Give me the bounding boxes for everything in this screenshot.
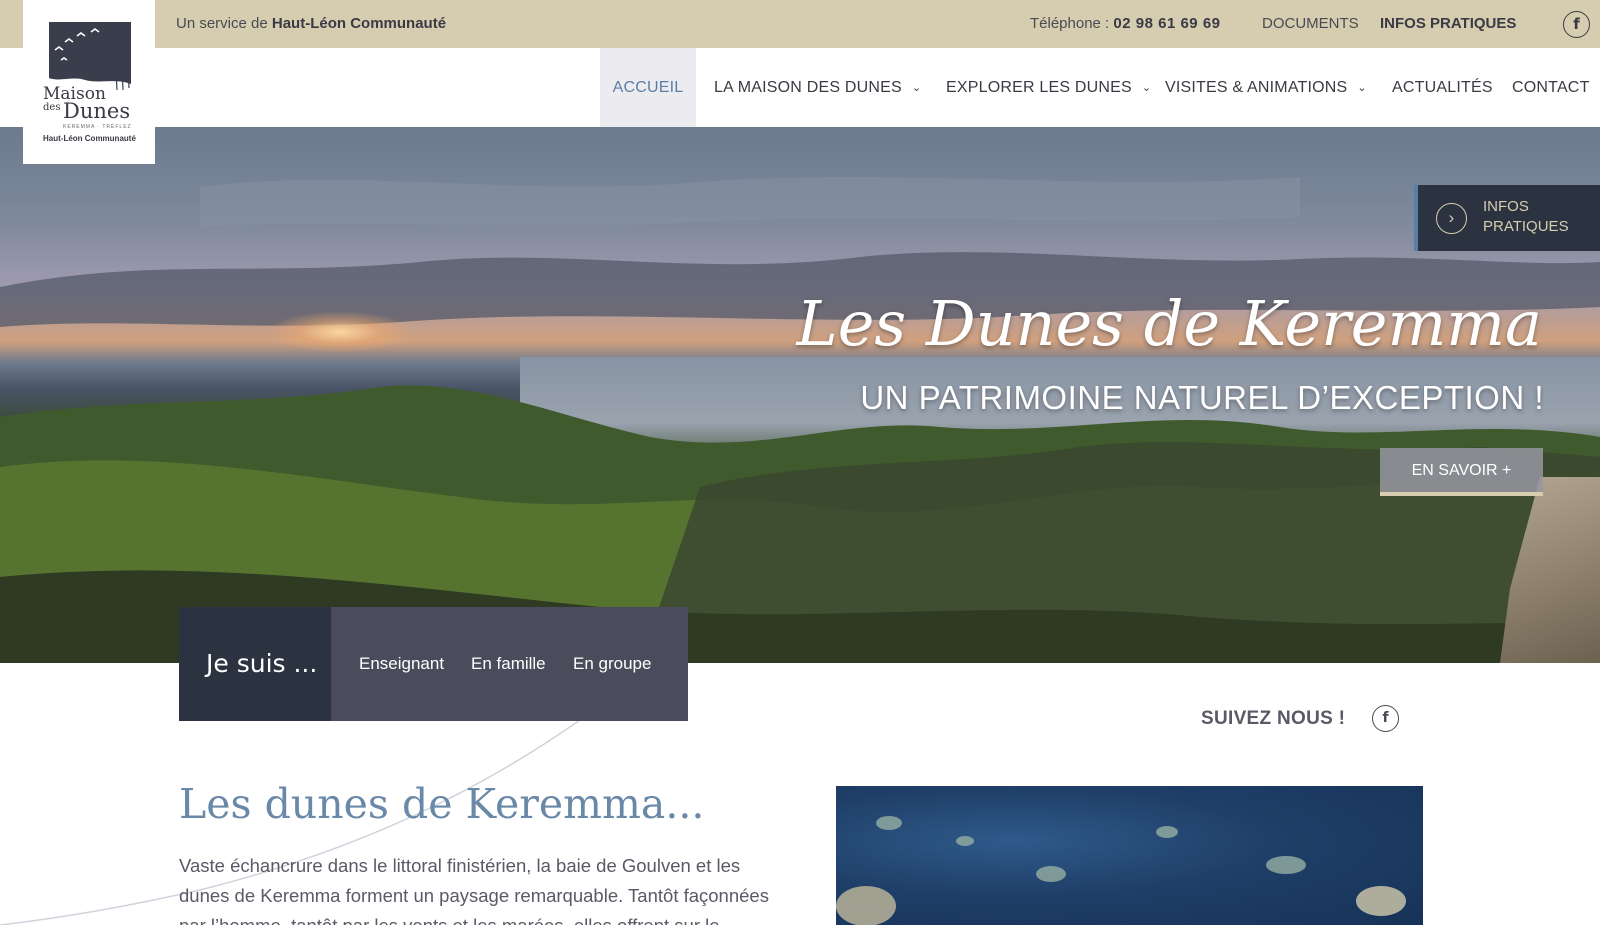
phone-info: Téléphone : 02 98 61 69 69 <box>1030 15 1221 32</box>
audience-option-en-famille[interactable]: En famille <box>471 654 546 674</box>
intro-paragraph: Vaste échancrure dans le littoral finist… <box>179 855 769 925</box>
infos-pratiques-panel[interactable]: › INFOS PRATIQUES <box>1414 185 1600 251</box>
site-logo[interactable]: Maison des Dunes KEREMMA · TRÉFLEZ Haut-… <box>23 0 155 164</box>
nav-item-visites-animations[interactable]: VISITES & ANIMATIONS ⌄ <box>1165 48 1367 127</box>
audience-option-en-groupe[interactable]: En groupe <box>573 654 651 674</box>
audience-selector-heading: Je suis ... <box>179 607 331 721</box>
photo-island <box>956 836 974 846</box>
aerial-photo <box>836 786 1423 925</box>
audience-options: Enseignant En famille En groupe <box>331 607 688 721</box>
facebook-icon[interactable]: f <box>1372 705 1399 732</box>
arrow-right-icon: › <box>1436 203 1467 234</box>
phone-number-link[interactable]: 02 98 61 69 69 <box>1113 15 1220 32</box>
nav-item-actualites[interactable]: ACTUALITÉS <box>1392 48 1493 127</box>
photo-island <box>1156 826 1178 838</box>
follow-us-label: SUIVEZ NOUS ! <box>1201 708 1346 729</box>
section-title: Les dunes de Keremma... <box>179 780 705 828</box>
hero-banner: Les Dunes de Keremma UN PATRIMOINE NATUR… <box>0 127 1600 663</box>
top-bar: Un service de Haut-Léon Communauté Télép… <box>0 0 1600 48</box>
birds-logo-icon <box>49 22 131 91</box>
chevron-down-icon: ⌄ <box>1141 82 1152 94</box>
logo-org: Haut-Léon Communauté <box>43 134 136 143</box>
hero-subtitle: UN PATRIMOINE NATUREL D’EXCEPTION ! <box>860 379 1544 416</box>
nav-item-contact[interactable]: CONTACT <box>1512 48 1590 127</box>
nav-label: CONTACT <box>1512 79 1590 96</box>
hero-sun <box>270 312 410 352</box>
photo-island <box>1036 866 1066 882</box>
infos-pratiques-link[interactable]: INFOS PRATIQUES <box>1380 15 1516 32</box>
photo-island <box>876 816 902 830</box>
phone-label: Téléphone : <box>1030 15 1114 32</box>
nav-item-la-maison-des-dunes[interactable]: LA MAISON DES DUNES ⌄ <box>714 48 921 127</box>
chevron-down-icon: ⌄ <box>1357 82 1367 94</box>
logo-subtitle: KEREMMA · TRÉFLEZ <box>63 124 132 130</box>
chevron-down-icon: ⌄ <box>911 82 922 94</box>
nav-label: VISITES & ANIMATIONS <box>1165 79 1348 96</box>
photo-coast <box>836 886 896 925</box>
service-prefix: Un service de <box>176 15 272 32</box>
nav-label: ACTUALITÉS <box>1392 79 1493 96</box>
documents-link[interactable]: DOCUMENTS <box>1262 15 1359 32</box>
nav-label: LA MAISON DES DUNES <box>714 79 902 96</box>
service-credit: Un service de Haut-Léon Communauté <box>176 15 446 32</box>
photo-island <box>1266 856 1306 874</box>
hero-title: Les Dunes de Keremma <box>796 287 1542 360</box>
service-org: Haut-Léon Communauté <box>271 15 447 32</box>
audience-option-enseignant[interactable]: Enseignant <box>359 654 444 674</box>
audience-selector: Je suis ... Enseignant En famille En gro… <box>179 607 688 721</box>
en-savoir-plus-button[interactable]: EN SAVOIR + <box>1380 448 1543 496</box>
infos-box-label-line2: PRATIQUES <box>1483 218 1569 235</box>
photo-coast <box>1356 886 1406 916</box>
logo-line-des: des <box>43 102 61 113</box>
logo-line-dunes: Dunes <box>63 99 131 123</box>
nav-item-accueil[interactable]: ACCUEIL <box>600 48 696 127</box>
infos-box-label-line1: INFOS <box>1483 198 1529 215</box>
facebook-icon[interactable]: f <box>1563 11 1590 38</box>
main-nav: ACCUEIL LA MAISON DES DUNES ⌄ EXPLORER LE… <box>0 48 1600 127</box>
nav-label: EXPLORER LES DUNES <box>946 79 1132 96</box>
nav-item-explorer-les-dunes[interactable]: EXPLORER LES DUNES ⌄ <box>946 48 1151 127</box>
nav-label: ACCUEIL <box>612 79 684 96</box>
